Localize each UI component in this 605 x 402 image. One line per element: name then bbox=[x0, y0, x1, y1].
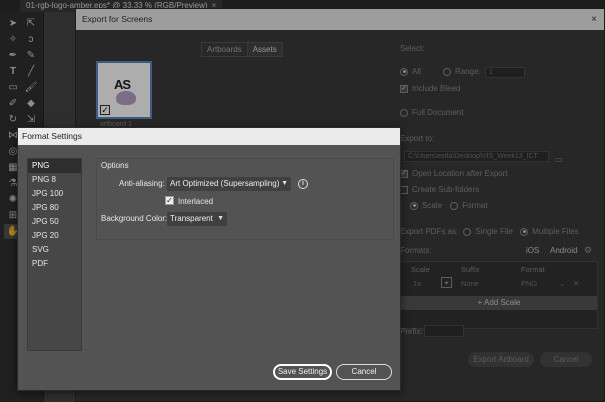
interlaced-label: Interlaced bbox=[178, 197, 214, 206]
save-settings-button[interactable]: Save Settings bbox=[273, 364, 332, 380]
chevron-down-icon: ▼ bbox=[281, 180, 288, 187]
anti-aliasing-select[interactable]: Art Optimized (Supersampling) ▼ bbox=[167, 177, 291, 191]
format-item-jpg80[interactable]: JPG 80 bbox=[28, 201, 81, 215]
format-item-png[interactable]: PNG bbox=[28, 159, 81, 173]
format-settings-dialog: Format Settings PNG PNG 8 JPG 100 JPG 80… bbox=[17, 127, 401, 391]
format-item-jpg100[interactable]: JPG 100 bbox=[28, 187, 81, 201]
interlaced-checkbox[interactable]: ✓ bbox=[165, 196, 174, 205]
format-item-pdf[interactable]: PDF bbox=[28, 257, 81, 271]
format-item-png8[interactable]: PNG 8 bbox=[28, 173, 81, 187]
options-group: Options Anti-aliasing: Art Optimized (Su… bbox=[96, 158, 394, 240]
format-item-jpg50[interactable]: JPG 50 bbox=[28, 215, 81, 229]
format-item-svg[interactable]: SVG bbox=[28, 243, 81, 257]
chevron-down-icon: ▼ bbox=[217, 215, 224, 222]
anti-aliasing-label: Anti-aliasing: bbox=[119, 179, 165, 188]
info-icon[interactable]: i bbox=[298, 179, 308, 189]
background-color-select[interactable]: Transparent ▼ bbox=[167, 212, 227, 226]
background-color-label: Background Color: bbox=[101, 214, 168, 223]
format-item-jpg20[interactable]: JPG 20 bbox=[28, 229, 81, 243]
options-title: Options bbox=[101, 161, 129, 170]
cancel-button[interactable]: Cancel bbox=[336, 364, 392, 380]
format-list: PNG PNG 8 JPG 100 JPG 80 JPG 50 JPG 20 S… bbox=[27, 158, 82, 351]
format-settings-title: Format Settings bbox=[18, 128, 400, 145]
